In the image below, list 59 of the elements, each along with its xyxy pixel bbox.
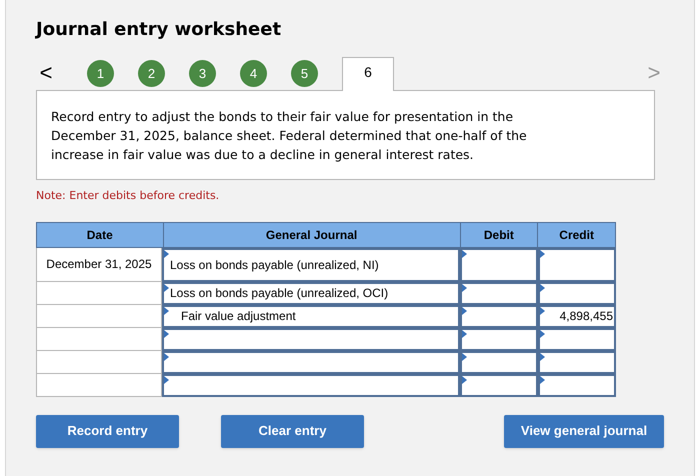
cell-marker-icon: [462, 284, 467, 292]
cell-marker-icon: [462, 376, 467, 384]
cell-marker-icon: [164, 376, 169, 384]
account-field[interactable]: Fair value adjustment: [162, 304, 460, 328]
column-header: General Journal: [162, 222, 460, 246]
cell-marker-icon: [462, 250, 467, 258]
account-field[interactable]: [162, 328, 460, 350]
step-tab[interactable]: 4: [240, 60, 267, 87]
cell-text: Loss on bonds payable (unrealized, NI): [170, 256, 379, 274]
cell-marker-icon: [540, 330, 545, 338]
clear-entry-button[interactable]: Clear entry: [221, 414, 364, 448]
credit-field[interactable]: [538, 350, 616, 374]
debit-field[interactable]: [460, 374, 538, 396]
cell-marker-icon: [164, 306, 169, 314]
previous-button[interactable]: <: [36, 59, 56, 87]
credit-field[interactable]: 4,898,455: [538, 304, 616, 328]
cell-marker-icon: [462, 306, 467, 314]
instruction-text: Record entry to adjust the bonds to their fair value for presentation in the December 31, 2025, balance sheet. Federal determined that one-half of the increase in fair value was due to a decline in general interest rates.: [51, 108, 528, 164]
step-tab[interactable]: 3: [189, 60, 216, 87]
cell-marker-icon: [540, 250, 545, 258]
account-field[interactable]: [162, 374, 460, 396]
account-field[interactable]: Loss on bonds payable (unrealized, NI): [162, 248, 460, 282]
cell-marker-icon: [462, 330, 467, 338]
credit-field[interactable]: [538, 328, 616, 350]
cell-marker-icon: [164, 284, 169, 292]
debit-field[interactable]: [460, 350, 538, 374]
column-header: Credit: [537, 222, 615, 246]
debit-field[interactable]: [460, 282, 538, 304]
step-tab[interactable]: 1: [87, 60, 114, 87]
step-tab[interactable]: 5: [291, 60, 318, 87]
step-tab[interactable]: 2: [138, 60, 165, 87]
credit-field[interactable]: [538, 374, 616, 396]
cell-marker-icon: [164, 330, 169, 338]
debit-field[interactable]: [460, 328, 538, 350]
worksheet-title: Journal entry worksheet: [36, 18, 282, 42]
credit-field[interactable]: [538, 282, 616, 304]
cell-text: Fair value adjustment: [181, 308, 296, 325]
date-text: December 31, 2025: [46, 256, 152, 273]
credit-field[interactable]: [538, 248, 616, 282]
cell-text: 4,898,455: [560, 308, 614, 325]
cell-marker-icon: [164, 352, 169, 360]
cell-marker-icon: [164, 250, 169, 258]
account-field[interactable]: [162, 350, 460, 374]
view-journal-button[interactable]: View general journal: [504, 414, 664, 448]
debit-field[interactable]: [460, 304, 538, 328]
account-field[interactable]: Loss on bonds payable (unrealized, OCI): [162, 282, 460, 304]
cell-marker-icon: [540, 284, 545, 292]
cell-text: Loss on bonds payable (unrealized, OCI): [170, 285, 388, 302]
next-button[interactable]: >: [644, 59, 664, 87]
cell-marker-icon: [540, 376, 545, 384]
step-tab[interactable]: 6: [342, 57, 394, 91]
cell-marker-icon: [540, 306, 545, 314]
debit-field[interactable]: [460, 248, 538, 282]
record-entry-button[interactable]: Record entry: [36, 414, 179, 448]
cell-marker-icon: [462, 352, 467, 360]
column-header: Debit: [460, 222, 538, 246]
note-text: Note: Enter debits before credits.: [36, 188, 220, 204]
cell-marker-icon: [540, 352, 545, 360]
column-header: Date: [86, 226, 114, 244]
